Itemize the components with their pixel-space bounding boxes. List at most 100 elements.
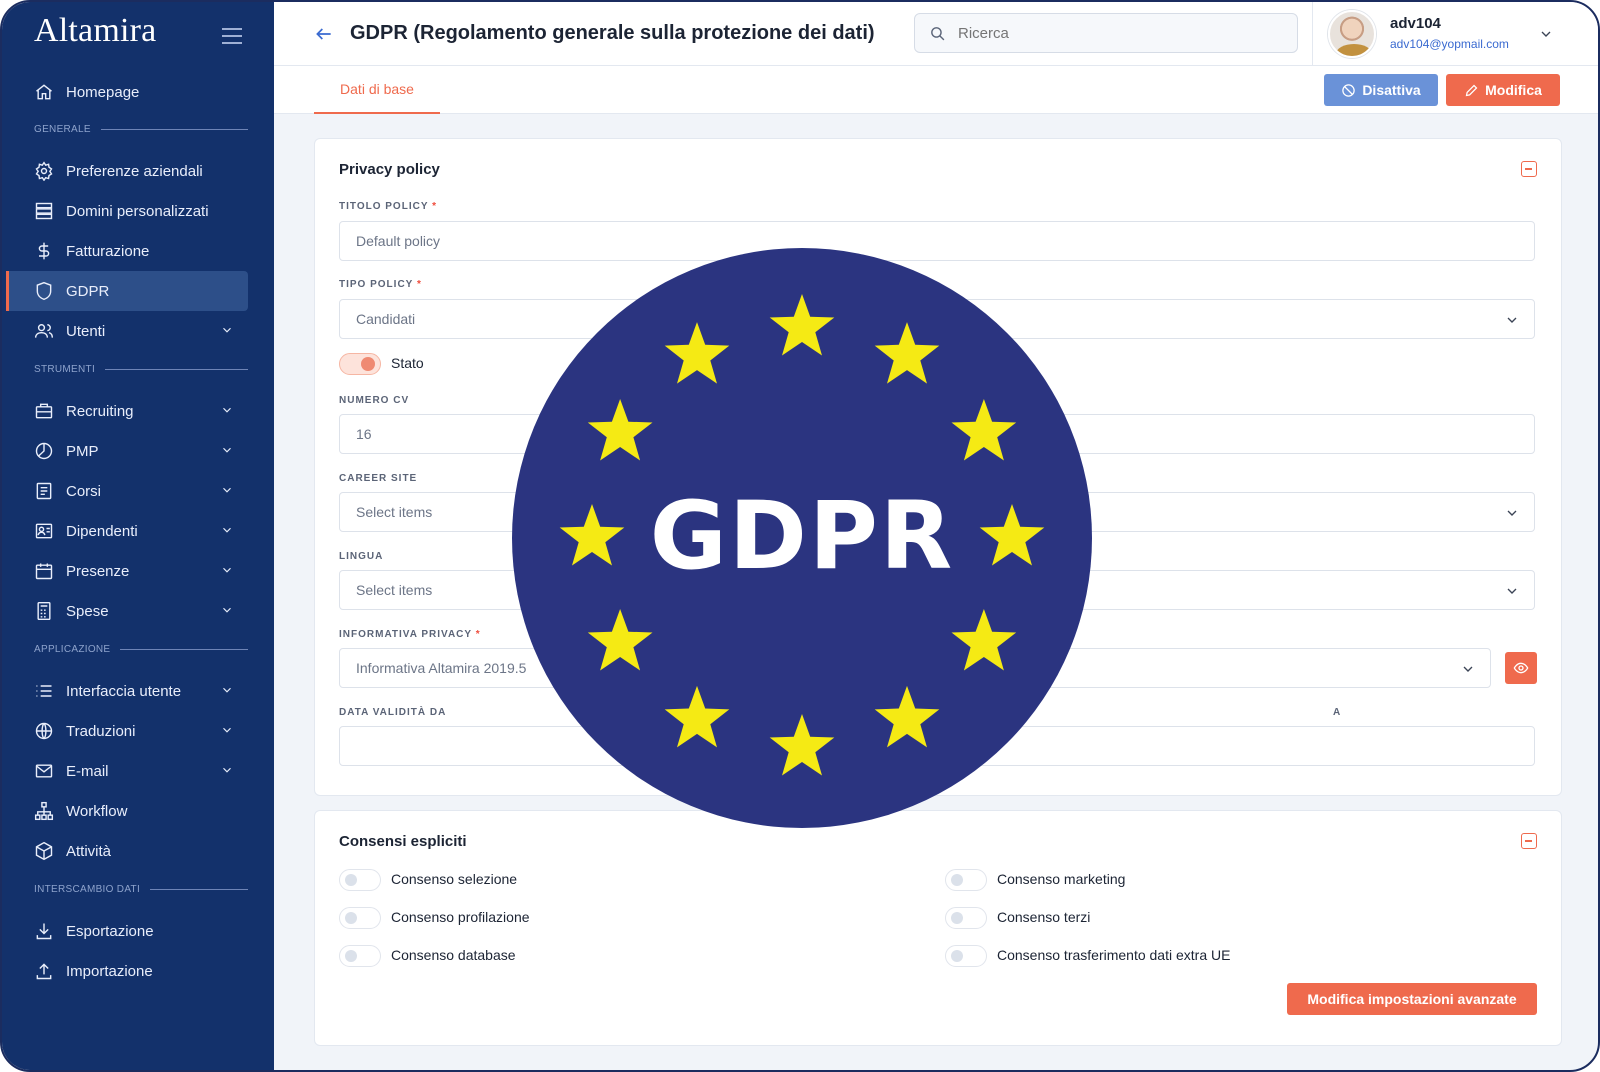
star-icon	[951, 399, 1017, 461]
globe-icon	[34, 721, 54, 741]
sidebar-item-label: Preferenze aziendali	[66, 162, 203, 180]
deactivate-label: Disattiva	[1362, 82, 1421, 98]
chevron-down-icon	[220, 563, 234, 577]
consenso-database-toggle[interactable]	[339, 945, 381, 967]
collapse-icon[interactable]	[1521, 161, 1537, 177]
download-icon	[34, 921, 54, 941]
sidebar-item-label: Workflow	[66, 802, 128, 820]
field-label-informativa-privacy: INFORMATIVA PRIVACY *	[339, 629, 481, 640]
sidebar-item-fatturazione[interactable]: Fatturazione	[6, 231, 248, 271]
calculator-icon	[34, 601, 54, 621]
app-window: Altamira Homepage GENERALE Preferenze az…	[0, 0, 1600, 1072]
chevron-down-icon	[220, 763, 234, 777]
back-arrow-icon[interactable]	[314, 24, 334, 44]
sidebar-item-preferenze-aziendali[interactable]: Preferenze aziendali	[6, 151, 248, 191]
sidebar-item-recruiting[interactable]: Recruiting	[6, 391, 248, 431]
star-icon	[769, 294, 835, 356]
chevron-down-icon	[220, 483, 234, 497]
sidebar-item-traduzioni[interactable]: Traduzioni	[6, 711, 248, 751]
section-label: GENERALE	[34, 124, 248, 135]
divider	[1312, 2, 1313, 66]
section-label: INTERSCAMBIO DATI	[34, 884, 248, 895]
consensi-card: Consensi espliciti Consenso selezione Co…	[314, 810, 1562, 1046]
chevron-down-icon	[1460, 661, 1476, 677]
star-icon	[587, 609, 653, 671]
page-title: GDPR (Regolamento generale sulla protezi…	[350, 22, 875, 44]
deactivate-button[interactable]: Disattiva	[1324, 74, 1438, 106]
ban-icon	[1342, 83, 1356, 97]
consent-label: Consenso terzi	[997, 909, 1091, 925]
sidebar-item-label: Traduzioni	[66, 722, 136, 740]
chevron-down-icon[interactable]	[1538, 26, 1554, 42]
star-icon	[874, 322, 940, 384]
sidebar-item-gdpr[interactable]: GDPR	[6, 271, 248, 311]
sidebar-item-importazione[interactable]: Importazione	[6, 951, 248, 991]
consenso-marketing-toggle[interactable]	[945, 869, 987, 891]
app-logo: Altamira	[34, 12, 157, 49]
preview-button[interactable]	[1505, 652, 1537, 684]
field-label-career-site: CAREER SITE	[339, 473, 418, 484]
users-icon	[34, 321, 54, 341]
advanced-settings-button[interactable]: Modifica impostazioni avanzate	[1287, 983, 1537, 1015]
sidebar-item-label: Domini personalizzati	[66, 202, 209, 220]
sidebar-item-workflow[interactable]: Workflow	[6, 791, 248, 831]
sidebar: Altamira Homepage GENERALE Preferenze az…	[2, 2, 274, 1070]
upload-icon	[34, 961, 54, 981]
sidebar-item-corsi[interactable]: Corsi	[6, 471, 248, 511]
sidebar-item-homepage[interactable]: Homepage	[6, 72, 248, 112]
dollar-icon	[34, 241, 54, 261]
gdpr-emblem: GDPR	[512, 248, 1092, 828]
chevron-down-icon	[220, 523, 234, 537]
tab-dati-di-base[interactable]: Dati di base	[314, 66, 440, 114]
sidebar-item-pmp[interactable]: PMP	[6, 431, 248, 471]
sidebar-item-esportazione[interactable]: Esportazione	[6, 911, 248, 951]
sidebar-item-spese[interactable]: Spese	[6, 591, 248, 631]
consenso-selezione-toggle[interactable]	[339, 869, 381, 891]
sidebar-item-label: PMP	[66, 442, 99, 460]
user-name: adv104	[1390, 15, 1441, 32]
edit-button[interactable]: Modifica	[1446, 74, 1560, 106]
sidebar-item-label: Fatturazione	[66, 242, 150, 260]
field-label-titolo-policy: TITOLO POLICY *	[339, 201, 437, 212]
eye-icon	[1513, 662, 1529, 674]
section-label: STRUMENTI	[34, 364, 248, 375]
chevron-down-icon	[220, 403, 234, 417]
consenso-terzi-toggle[interactable]	[945, 907, 987, 929]
id-card-icon	[34, 521, 54, 541]
card-title: Privacy policy	[339, 161, 440, 178]
shield-icon	[34, 281, 54, 301]
collapse-icon[interactable]	[1521, 833, 1537, 849]
field-label-data-validita-da: DATA VALIDITÀ DA	[339, 707, 447, 718]
search-box[interactable]	[914, 13, 1298, 53]
consenso-trasferimento-toggle[interactable]	[945, 945, 987, 967]
mail-icon	[34, 761, 54, 781]
sidebar-item-label: Attività	[66, 842, 112, 860]
edit-label: Modifica	[1485, 82, 1542, 98]
consenso-profilazione-toggle[interactable]	[339, 907, 381, 929]
star-icon	[664, 322, 730, 384]
search-icon	[931, 26, 945, 40]
sidebar-item-dipendenti[interactable]: Dipendenti	[6, 511, 248, 551]
sidebar-item-email[interactable]: E-mail	[6, 751, 248, 791]
menu-toggle-icon[interactable]	[222, 28, 242, 44]
calendar-icon	[34, 561, 54, 581]
sidebar-item-attivita[interactable]: Attività	[6, 831, 248, 871]
avatar[interactable]	[1328, 10, 1376, 58]
sidebar-item-presenze[interactable]: Presenze	[6, 551, 248, 591]
briefcase-icon	[34, 401, 54, 421]
sidebar-item-label: Spese	[66, 602, 109, 620]
consent-label: Consenso marketing	[997, 871, 1126, 887]
search-input[interactable]	[958, 24, 1258, 42]
sidebar-item-interfaccia-utente[interactable]: Interfaccia utente	[6, 671, 248, 711]
select-placeholder: Select items	[356, 582, 433, 598]
gear-icon	[34, 161, 54, 181]
select-value: Candidati	[356, 311, 416, 327]
sidebar-item-label: Recruiting	[66, 402, 134, 420]
sidebar-item-domini-personalizzati[interactable]: Domini personalizzati	[6, 191, 248, 231]
sidebar-item-label: GDPR	[66, 282, 110, 300]
chevron-down-icon	[220, 723, 234, 737]
sidebar-item-utenti[interactable]: Utenti	[6, 311, 248, 351]
sitemap-icon	[34, 801, 54, 821]
stato-toggle[interactable]	[339, 353, 381, 375]
star-icon	[769, 714, 835, 776]
